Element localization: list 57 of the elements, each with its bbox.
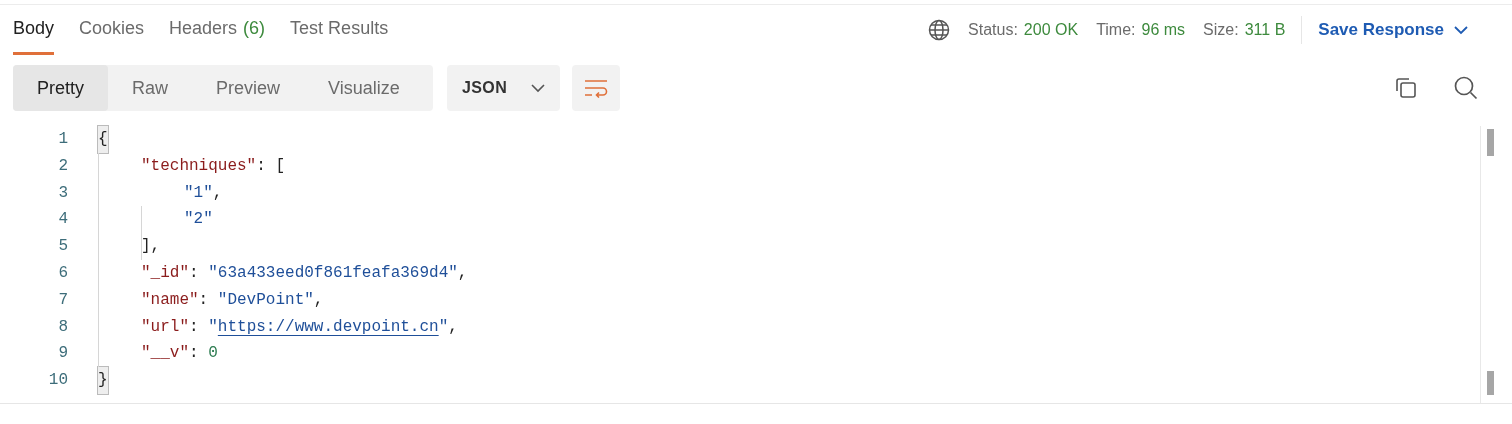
code-token: "_id"	[141, 263, 189, 284]
status-label: Time:	[1096, 20, 1136, 40]
status-value: 200 OK	[1023, 20, 1079, 40]
view-mode-tab[interactable]: Preview	[192, 65, 305, 111]
code-token: "techniques"	[141, 155, 257, 177]
response-tab[interactable]: Cookies	[79, 5, 145, 55]
status-value: 311 B	[1244, 20, 1286, 40]
code-token: :	[198, 289, 210, 311]
line-number: 8	[57, 316, 68, 338]
save-response-button[interactable]: Save Response	[1318, 17, 1468, 43]
response-tab[interactable]: Headers (6)	[169, 5, 266, 55]
code-token: "name"	[141, 289, 199, 311]
chevron-icon	[531, 83, 545, 93]
code-token: "DevPoint"	[217, 289, 314, 311]
line-number: 6	[57, 263, 68, 284]
code-token: "1"	[184, 182, 213, 204]
chevron-icon	[1454, 25, 1468, 35]
code-token: ,	[457, 263, 468, 284]
response-tab[interactable]: Body	[13, 5, 55, 55]
code-token: ,	[212, 182, 223, 204]
code-token: 0	[208, 343, 218, 365]
code-token: ,	[313, 289, 324, 311]
code-token: ,	[448, 316, 458, 338]
line-number: 3	[57, 182, 68, 204]
code-token: ],	[141, 236, 161, 258]
format-dropdown[interactable]: JSON	[447, 65, 560, 111]
code-token: : [	[256, 155, 286, 177]
search-icon[interactable]	[1454, 76, 1478, 100]
code-token: :	[189, 263, 200, 284]
status-value: 96 ms	[1141, 20, 1186, 40]
line-number: 10	[47, 370, 68, 392]
code-token: "2"	[184, 209, 213, 231]
line-number: 9	[57, 343, 68, 365]
view-mode-tab[interactable]: Raw	[108, 65, 193, 111]
code-token: "__v"	[141, 343, 189, 365]
view-mode-tab[interactable]: Pretty	[13, 65, 108, 111]
line-number: 4	[57, 209, 68, 231]
code-token: "	[438, 316, 449, 338]
code-token: {	[98, 126, 108, 153]
code-token: "63a433eed0f861feafa369d4"	[208, 263, 458, 284]
view-mode-tab[interactable]: Visualize	[304, 65, 424, 111]
copy-icon[interactable]	[1395, 77, 1417, 99]
status-label: Status:	[968, 20, 1018, 40]
code-token: "url"	[141, 316, 189, 338]
globe-icon[interactable]	[928, 19, 951, 41]
line-number: 7	[57, 289, 68, 311]
code-token: "	[208, 316, 218, 338]
line-number: 1	[57, 129, 68, 150]
line-number: 2	[57, 155, 68, 177]
line-number: 5	[57, 236, 68, 258]
code-link[interactable]: https://www.devpoint.cn	[217, 313, 439, 341]
response-tab[interactable]: Test Results	[290, 5, 389, 55]
code-token: :	[189, 343, 200, 365]
status-label: Size:	[1203, 20, 1239, 40]
code-token: }	[98, 367, 108, 394]
wrap-lines-icon	[584, 78, 608, 98]
code-token: :	[189, 316, 200, 338]
